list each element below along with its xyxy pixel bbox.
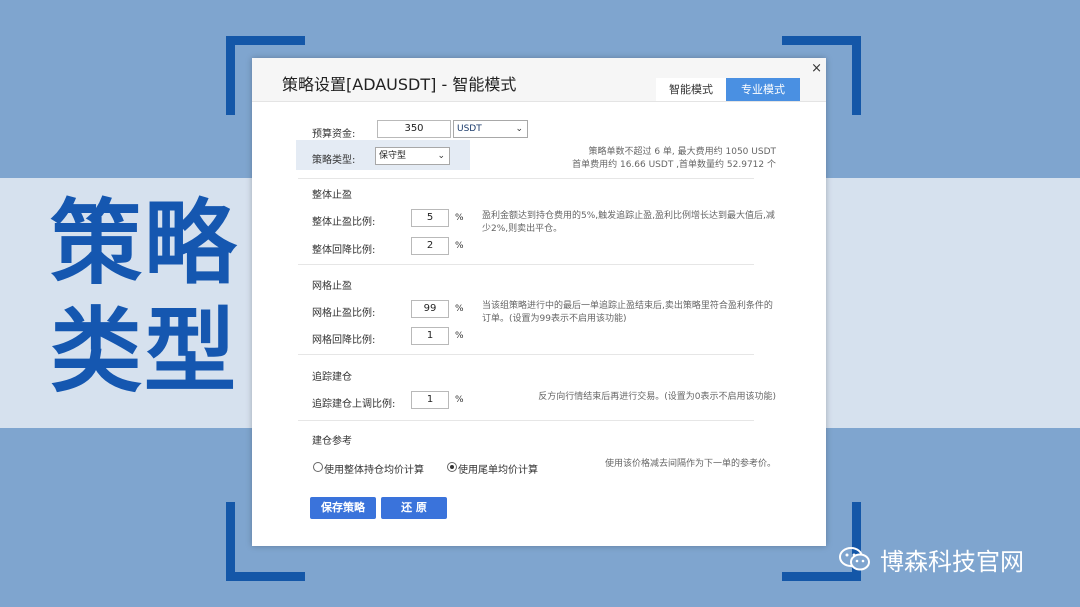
brand-watermark: 博森科技官网 <box>838 545 1024 576</box>
overall-take-profit-section: 整体止盈 <box>312 190 352 201</box>
tracking-build-note: 反方向行情结束后再进行交易。(设置为0表示不启用该功能) <box>538 392 776 402</box>
percent-sign: % <box>455 331 464 341</box>
grid-take-profit-section: 网格止盈 <box>312 281 352 292</box>
percent-sign: % <box>455 241 464 251</box>
build-reference-section: 建仓参考 <box>312 436 352 447</box>
strategy-type-value: 保守型 <box>379 151 407 161</box>
tab-smart-mode[interactable]: 智能模式 <box>656 78 726 101</box>
tab-pro-mode[interactable]: 专业模式 <box>726 78 800 101</box>
brand-text: 博森科技官网 <box>880 547 1024 576</box>
tracking-build-label: 追踪建仓上调比例: <box>312 399 396 410</box>
build-reference-note: 使用该价格减去间隔作为下一单的参考价。 <box>604 459 776 469</box>
radio-average-price-label: 使用整体持仓均价计算 <box>324 465 424 476</box>
background-title-line-2: 类型 <box>50 298 239 405</box>
overall-pullback-label: 整体回降比例: <box>312 245 376 256</box>
tracking-build-input[interactable]: 1 <box>411 391 449 409</box>
reset-button[interactable]: 还 原 <box>381 497 447 519</box>
divider <box>298 354 754 355</box>
save-strategy-button[interactable]: 保存策略 <box>310 497 376 519</box>
close-icon[interactable]: × <box>811 61 822 76</box>
dialog-title: 策略设置[ADAUSDT] - 智能模式 <box>282 75 517 94</box>
budget-input[interactable]: 350 <box>377 120 451 138</box>
overall-pullback-input[interactable]: 2 <box>411 237 449 255</box>
divider <box>298 264 754 265</box>
grid-tp-input[interactable]: 99 <box>411 300 449 318</box>
background-title: 策略 类型 <box>50 190 250 406</box>
grid-pullback-label: 网格回降比例: <box>312 335 376 346</box>
overall-note: 盈利金额达到持仓费用的5%,触发追踪止盈,盈利比例增长达到最大值后,减少2%,则… <box>482 211 775 234</box>
background-title-line-1: 策略 <box>50 190 239 297</box>
dialog-header: 策略设置[ADAUSDT] - 智能模式 × 智能模式 专业模式 <box>252 58 826 102</box>
strategy-note: 策略单数不超过 6 单, 最大费用约 1050 USDT 首单费用约 16.66… <box>516 146 776 172</box>
divider <box>298 420 754 421</box>
strategy-note-line-2: 首单费用约 16.66 USDT ,首单数量约 52.9712 个 <box>572 160 776 170</box>
grid-note: 当该组策略进行中的最后一单追踪止盈结束后,卖出策略里符合盈利条件的订单。(设置为… <box>482 301 773 324</box>
tracking-build-section: 追踪建仓 <box>312 372 352 383</box>
percent-sign: % <box>455 395 464 405</box>
divider <box>298 178 754 179</box>
currency-select[interactable]: USDT ⌄ <box>453 120 528 138</box>
overall-tp-label: 整体止盈比例: <box>312 217 376 228</box>
overall-tp-input[interactable]: 5 <box>411 209 449 227</box>
percent-sign: % <box>455 304 464 314</box>
currency-value: USDT <box>457 124 482 134</box>
grid-tp-label: 网格止盈比例: <box>312 308 376 319</box>
strategy-type-label: 策略类型: <box>312 155 356 166</box>
strategy-settings-dialog: 策略设置[ADAUSDT] - 智能模式 × 智能模式 专业模式 预算资金: 3… <box>252 58 826 546</box>
radio-average-price[interactable] <box>313 462 323 472</box>
strategy-note-line-1: 策略单数不超过 6 单, 最大费用约 1050 USDT <box>588 147 776 157</box>
grid-pullback-input[interactable]: 1 <box>411 327 449 345</box>
percent-sign: % <box>455 213 464 223</box>
chevron-down-icon: ⌄ <box>437 151 445 161</box>
wechat-icon <box>838 546 872 572</box>
strategy-type-select[interactable]: 保守型 ⌄ <box>375 147 450 165</box>
budget-label: 预算资金: <box>312 129 356 140</box>
chevron-down-icon: ⌄ <box>515 124 523 134</box>
radio-last-order-price[interactable] <box>447 462 457 472</box>
radio-last-order-price-label: 使用尾单均价计算 <box>458 465 538 476</box>
